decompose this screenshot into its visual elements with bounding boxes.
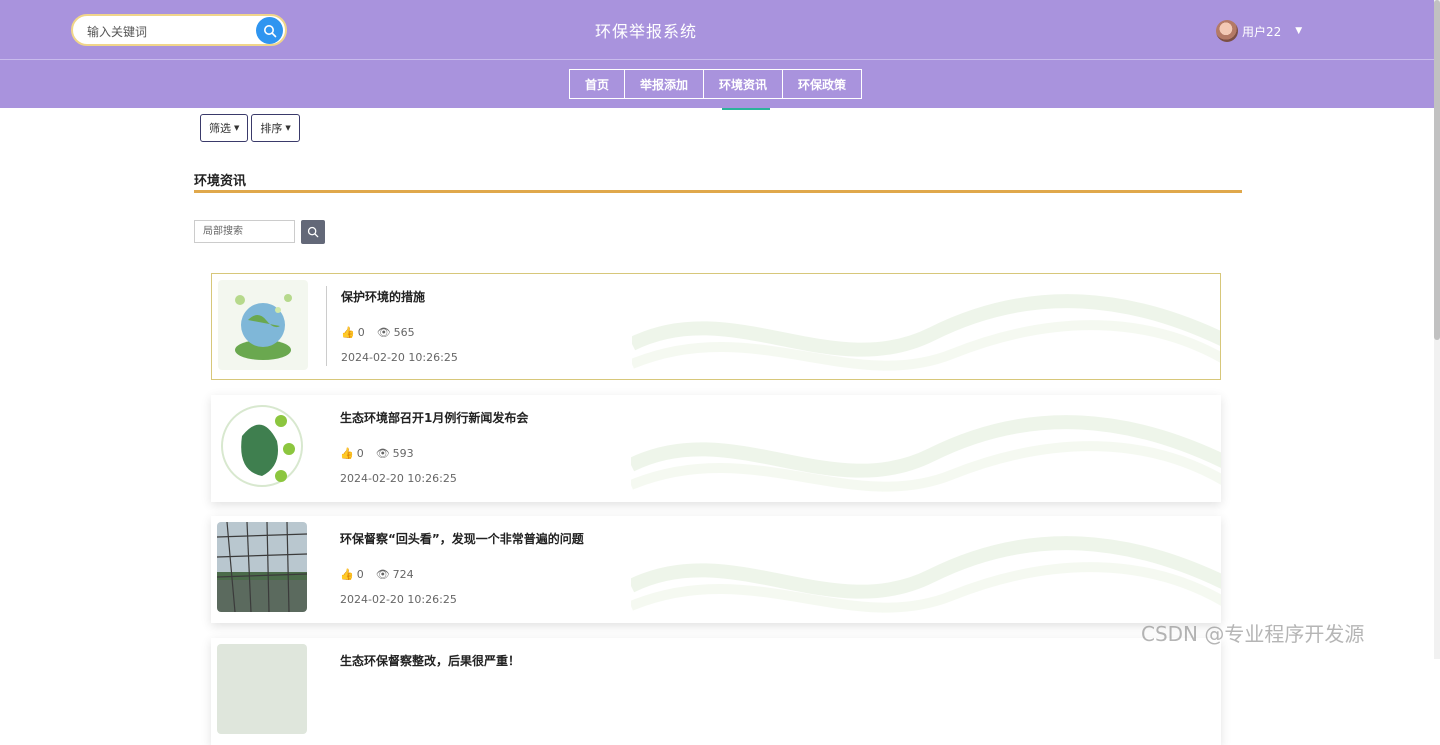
like-number: 0	[356, 447, 364, 460]
article-thumbnail[interactable]	[218, 280, 308, 370]
article-card[interactable]: 生态环保督察整改，后果很严重！	[211, 638, 1221, 745]
thumbs-up-icon: 👍	[340, 568, 354, 581]
article-thumbnail[interactable]	[217, 401, 307, 491]
like-count[interactable]: 👍 0	[340, 568, 364, 581]
local-search-button[interactable]	[301, 220, 325, 244]
nav-env-policy[interactable]: 环保政策	[782, 69, 863, 99]
search-icon	[307, 226, 319, 238]
site-title: 环保举报系统	[594, 22, 697, 41]
watermark: CSDN @专业程序开发源	[1141, 622, 1365, 646]
nav-env-news[interactable]: 环境资讯	[703, 69, 784, 99]
card-divider	[326, 286, 327, 366]
eye-icon: 👁	[375, 568, 390, 581]
article-date: 2024-02-20 10:26:25	[341, 351, 458, 364]
sort-dropdown[interactable]: 排序 ▼	[251, 114, 300, 142]
avatar	[1216, 20, 1238, 42]
article-title: 环保督察“回头看”，发现一个非常普遍的问题	[340, 532, 584, 546]
decorative-wave	[632, 294, 1220, 371]
like-number: 0	[357, 326, 365, 339]
chevron-down-icon: ▼	[1295, 26, 1303, 36]
eye-icon: 👁	[376, 326, 391, 339]
article-card[interactable]: 环保督察“回头看”，发现一个非常普遍的问题 👍 0 👁 724 2024-02-…	[211, 516, 1221, 623]
article-date: 2024-02-20 10:26:25	[340, 593, 457, 606]
article-thumbnail[interactable]	[217, 644, 307, 734]
filter-label: 筛选	[209, 122, 231, 135]
decorative-wave	[631, 415, 1221, 492]
article-thumbnail[interactable]	[217, 522, 307, 612]
top-header: 环保举报系统 用户22 ▼	[0, 0, 1440, 60]
nav-report-add[interactable]: 举报添加	[624, 69, 705, 99]
scrollbar-thumb[interactable]	[1434, 0, 1440, 340]
section-title: 环境资讯	[194, 174, 247, 189]
local-search-input[interactable]	[194, 220, 295, 243]
article-title: 生态环保督察整改，后果很严重！	[340, 654, 521, 668]
view-number: 724	[392, 568, 414, 581]
eye-icon: 👁	[375, 447, 390, 460]
view-count: 👁 593	[376, 447, 414, 460]
view-number: 565	[393, 326, 415, 339]
sort-label: 排序	[260, 122, 283, 135]
article-title: 保护环境的措施	[341, 290, 426, 304]
thumbs-up-icon: 👍	[340, 447, 354, 460]
username: 用户22	[1242, 24, 1282, 39]
view-count: 👁 565	[377, 326, 415, 339]
view-count: 👁 724	[376, 568, 414, 581]
thumbs-up-icon: 👍	[341, 326, 355, 339]
article-title: 生态环境部召开1月例行新闻发布会	[340, 411, 529, 425]
view-number: 593	[392, 447, 414, 460]
caret-down-icon: ▼	[234, 124, 240, 132]
nav-home[interactable]: 首页	[569, 69, 626, 99]
active-tab-indicator	[722, 108, 770, 110]
article-card[interactable]: 生态环境部召开1月例行新闻发布会 👍 0 👁 593 2024-02-20 10…	[211, 395, 1221, 502]
page-scrollbar[interactable]	[1434, 0, 1440, 659]
decorative-wave	[631, 536, 1221, 613]
section-divider	[194, 190, 1242, 193]
like-count[interactable]: 👍 0	[340, 447, 364, 460]
filter-dropdown[interactable]: 筛选 ▼	[200, 114, 249, 142]
user-menu[interactable]: 用户22 ▼	[1216, 20, 1302, 42]
article-date: 2024-02-20 10:26:25	[340, 472, 457, 485]
caret-down-icon: ▼	[285, 124, 291, 132]
like-count[interactable]: 👍 0	[341, 326, 365, 339]
main-nav: 首页 举报添加 环境资讯 环保政策	[0, 60, 1440, 108]
article-card[interactable]: 保护环境的措施 👍 0 👁 565 2024-02-20 10:26:25	[211, 273, 1221, 380]
like-number: 0	[356, 568, 364, 581]
